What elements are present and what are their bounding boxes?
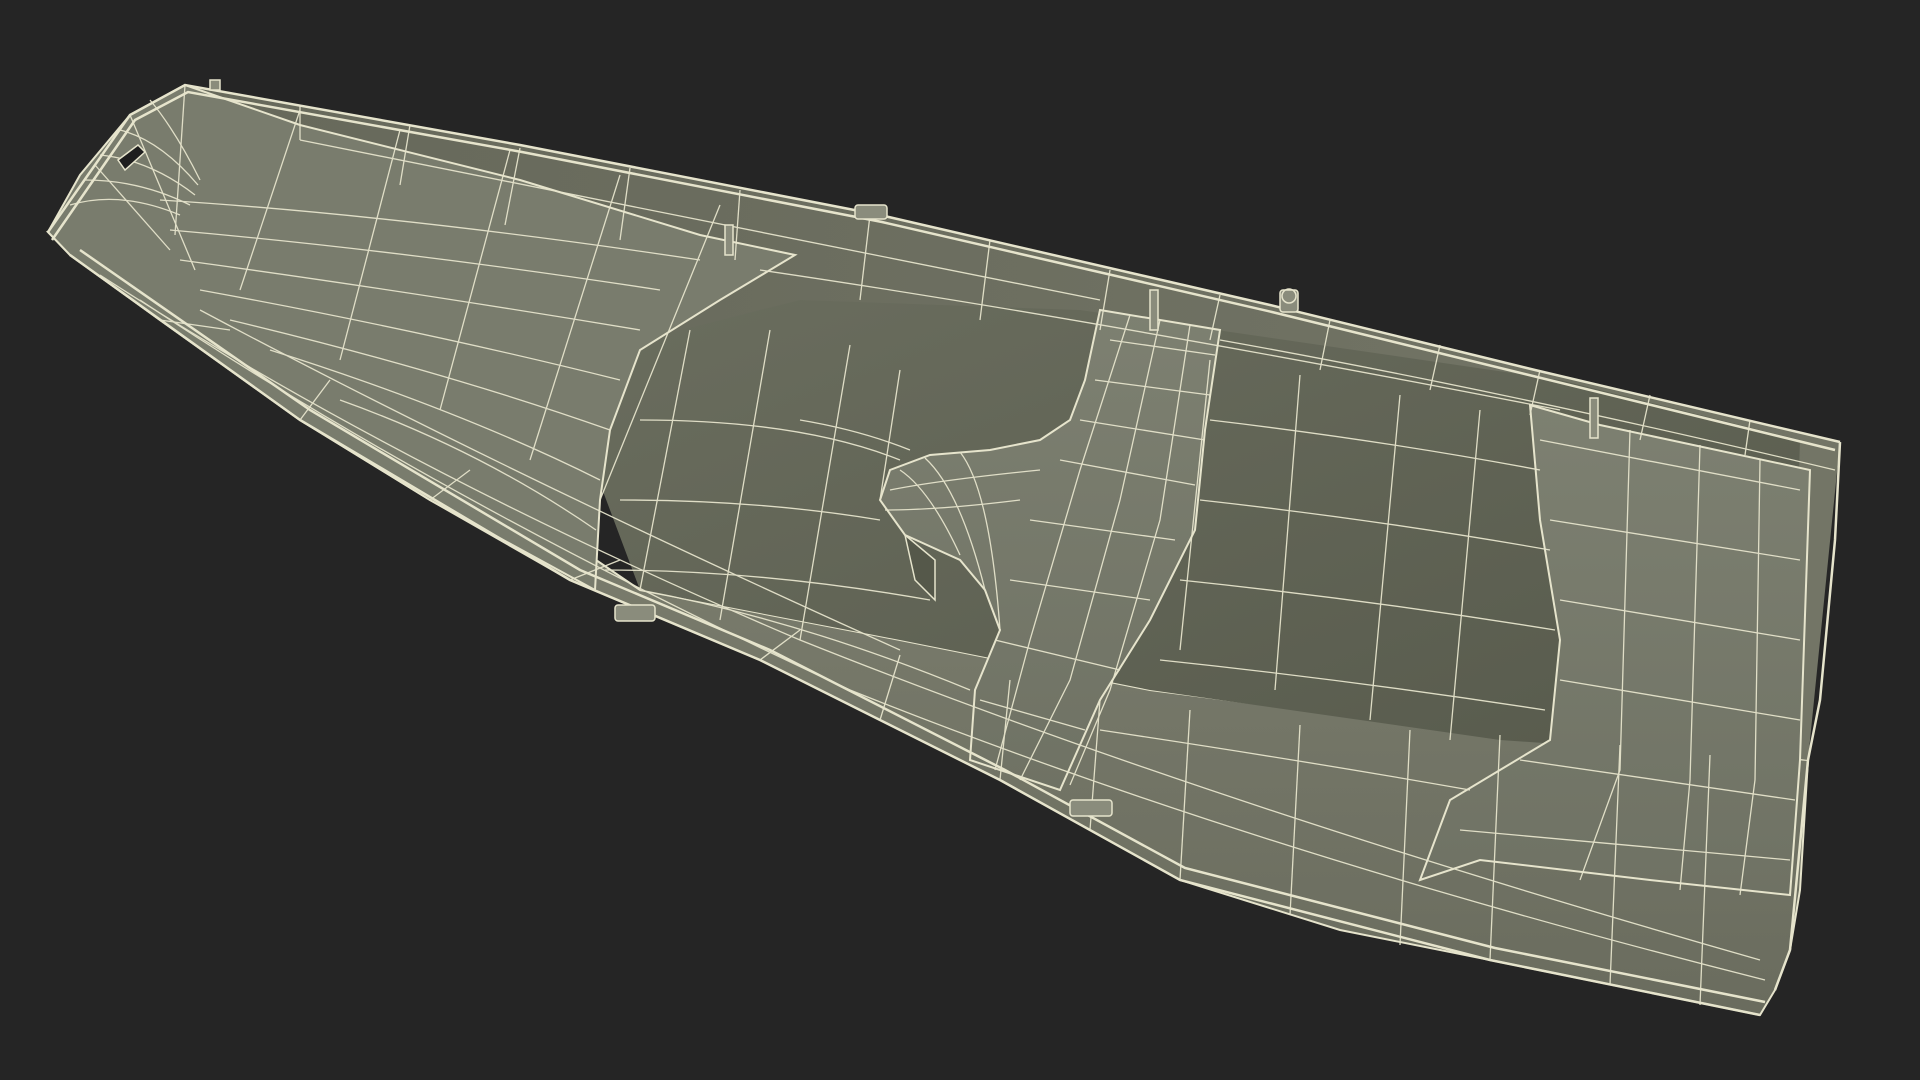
viewport: [0, 0, 1920, 1080]
boat-render: [45, 79, 1842, 1017]
